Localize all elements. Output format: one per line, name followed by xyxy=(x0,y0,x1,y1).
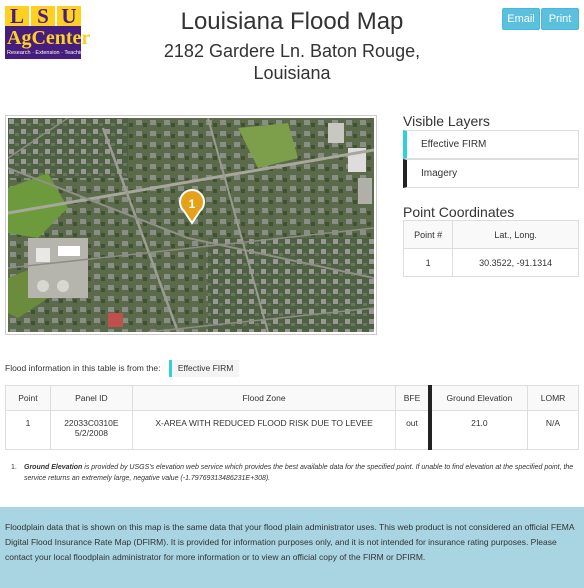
layer-imagery[interactable]: Imagery xyxy=(403,159,579,188)
logo-name: AgCenter xyxy=(7,27,91,49)
column-header: Lat., Long. xyxy=(452,220,579,249)
layer-effective-firm[interactable]: Effective FIRM xyxy=(403,130,579,159)
aerial-imagery xyxy=(8,118,374,332)
map-frame: 1 xyxy=(5,115,377,335)
flood-data-table: Point Panel ID Flood Zone BFE Ground Ele… xyxy=(5,385,579,450)
logo-tagline: Research · Extension · Teaching xyxy=(7,50,87,56)
flood-zone-cell: X-AREA WITH REDUCED FLOOD RISK DUE TO LE… xyxy=(131,410,397,450)
column-header: Point # xyxy=(402,220,454,249)
layer-label: Imagery xyxy=(421,168,458,179)
footnote-number: 1. xyxy=(11,464,17,471)
panel-date: 5/2/2008 xyxy=(74,428,108,438)
table-row: 1 22033C0310E 5/2/2008 X-AREA WITH REDUC… xyxy=(5,410,579,450)
table-header-row: Point # Lat., Long. xyxy=(402,220,579,249)
agcenter-logo: L S U AgCenter Research · Extension · Te… xyxy=(5,6,90,59)
point-coordinates-title: Point Coordinates xyxy=(403,204,515,220)
column-header: BFE xyxy=(395,385,432,411)
lat-long-cell: 30.3522, -91.1314 xyxy=(452,248,579,277)
logo-letter-u: U xyxy=(57,6,81,27)
logo-letter-l: L xyxy=(5,6,29,27)
lsu-letters: L S U xyxy=(5,6,81,27)
panel-id: 22033C0310E xyxy=(64,418,119,428)
column-header: Flood Zone xyxy=(131,385,397,411)
print-button[interactable]: Print xyxy=(541,8,579,30)
point-number-cell: 1 xyxy=(402,248,454,277)
panel-id-cell: 22033C0310E 5/2/2008 xyxy=(49,410,133,450)
location-marker-icon[interactable]: 1 xyxy=(178,189,206,225)
footnote-text: is provided by USGS's elevation web serv… xyxy=(24,464,574,482)
flood-info-source: Flood information in this table is from … xyxy=(5,360,240,377)
logo-letter-s: S xyxy=(31,6,55,27)
footnote-term: Ground Elevation xyxy=(24,464,83,471)
layer-label: Effective FIRM xyxy=(421,139,487,150)
flood-info-source-badge: Effective FIRM xyxy=(168,360,240,377)
coordinates-table: Point # Lat., Long. 1 30.3522, -91.1314 xyxy=(402,220,579,277)
page-title: Louisiana Flood Map xyxy=(180,8,404,35)
flood-info-prefix: Flood information in this table is from … xyxy=(5,363,161,373)
ground-elevation-cell: 21.0 xyxy=(429,410,529,450)
column-header: Ground Elevation xyxy=(429,385,529,411)
email-button[interactable]: Email xyxy=(502,8,540,30)
visible-layers-title: Visible Layers xyxy=(403,113,490,129)
aerial-map[interactable]: 1 xyxy=(8,118,374,332)
table-row: 1 30.3522, -91.1314 xyxy=(402,248,579,277)
point-cell: 1 xyxy=(5,410,51,450)
column-header: Point xyxy=(5,385,51,411)
column-header: LOMR xyxy=(527,385,579,411)
page-address: 2182 Gardere Ln. Baton Rouge, Louisiana xyxy=(163,41,421,83)
column-header: Panel ID xyxy=(49,385,133,411)
disclaimer-banner: Floodplain data that is shown on this ma… xyxy=(0,507,584,588)
table-header-row: Point Panel ID Flood Zone BFE Ground Ele… xyxy=(5,385,579,411)
lomr-cell: N/A xyxy=(527,410,579,450)
ground-elevation-footnote: 1. Ground Elevation is provided by USGS'… xyxy=(11,462,580,484)
bfe-cell: out xyxy=(395,410,432,450)
marker-label: 1 xyxy=(189,197,196,211)
